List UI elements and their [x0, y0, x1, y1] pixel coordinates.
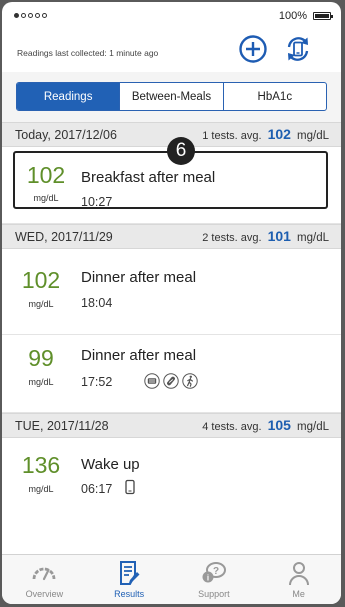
- gauge-icon: [32, 567, 56, 581]
- reading-entry[interactable]: 102 mg/dL Dinner after meal 18:04: [2, 249, 341, 335]
- entry-icons: [144, 373, 198, 389]
- sync-device-icon[interactable]: [283, 34, 313, 64]
- glucose-unit: mg/dL: [33, 193, 59, 203]
- day-header: WED, 2017/11/29 2 tests. avg. 101 mg/dL: [2, 224, 341, 249]
- day-date: WED, 2017/11/29: [15, 230, 113, 244]
- results-icon: [120, 561, 140, 585]
- day-date: Today, 2017/12/06: [15, 128, 117, 142]
- nav-results[interactable]: Results: [87, 555, 172, 604]
- reading-entry[interactable]: 99 mg/dL Dinner after meal 17:52: [2, 335, 341, 413]
- nav-label: Results: [114, 589, 145, 599]
- step-marker: 6: [167, 137, 195, 165]
- meal-icon: [144, 373, 160, 389]
- svg-text:?: ?: [213, 566, 219, 577]
- reading-time: 06:17: [81, 482, 113, 496]
- tab-label: HbA1c: [257, 90, 293, 103]
- nav-label: Overview: [25, 589, 64, 599]
- day-header: TUE, 2017/11/28 4 tests. avg. 105 mg/dL: [2, 413, 341, 438]
- nav-support[interactable]: ? i Support: [172, 555, 257, 604]
- signal-icon: [14, 13, 47, 18]
- meal-label: Dinner after meal: [81, 347, 197, 364]
- status-bar: 100%: [2, 2, 341, 28]
- tab-readings[interactable]: Readings: [17, 83, 120, 110]
- glucose-unit: mg/dL: [28, 484, 54, 494]
- test-count: 1 tests. avg.: [202, 130, 262, 142]
- glucose-value: 102: [26, 162, 66, 188]
- meal-label: Wake up: [81, 456, 140, 473]
- battery-icon: [313, 12, 333, 20]
- average-value: 101: [267, 228, 291, 244]
- meal-label: Dinner after meal: [81, 269, 197, 286]
- glucose-value: 136: [21, 452, 61, 478]
- tab-label: Between-Meals: [131, 90, 212, 103]
- battery-percentage: 100%: [278, 10, 307, 22]
- reading-entry[interactable]: 136 mg/dL Wake up 06:17: [2, 438, 341, 538]
- glucose-value: 102: [21, 267, 61, 293]
- person-icon: [288, 562, 309, 586]
- reading-time: 18:04: [81, 296, 113, 310]
- day-date: TUE, 2017/11/28: [15, 419, 109, 433]
- meal-label: Breakfast after meal: [81, 169, 216, 186]
- tab-label: Readings: [43, 90, 93, 103]
- tabs-bar: Readings Between-Meals HbA1c: [2, 72, 341, 122]
- phone-screen: 100% Readings last collected: 1 minute a…: [2, 2, 341, 604]
- support-icon: ? i: [202, 562, 226, 583]
- nav-me[interactable]: Me: [256, 555, 341, 604]
- day-summary: 4 tests. avg. 105 mg/dL: [202, 417, 329, 433]
- average-unit: mg/dL: [297, 232, 329, 244]
- average-value: 102: [267, 126, 291, 142]
- average-unit: mg/dL: [297, 130, 329, 142]
- glucose-unit: mg/dL: [28, 299, 54, 309]
- entry-icons: [122, 479, 138, 495]
- bottom-navigation: Overview Results ? i Support Me: [2, 554, 341, 604]
- nav-label: Me: [292, 589, 305, 599]
- reading-time: 17:52: [81, 375, 113, 389]
- reading-entry[interactable]: 6 102 mg/dL Breakfast after meal 10:27: [2, 137, 341, 224]
- test-count: 2 tests. avg.: [202, 232, 262, 244]
- add-reading-icon[interactable]: [238, 34, 268, 64]
- tab-hba1c[interactable]: HbA1c: [222, 83, 326, 110]
- medication-icon: [163, 373, 179, 389]
- phone-icon: [125, 479, 135, 495]
- day-summary: 1 tests. avg. 102 mg/dL: [202, 126, 329, 142]
- readings-list: Today, 2017/12/06 1 tests. avg. 102 mg/d…: [2, 122, 341, 538]
- header: Readings last collected: 1 minute ago: [2, 28, 341, 72]
- nav-label: Support: [198, 589, 230, 599]
- test-count: 4 tests. avg.: [202, 421, 262, 433]
- glucose-unit: mg/dL: [28, 377, 54, 387]
- results-tabs: Readings Between-Meals HbA1c: [16, 82, 327, 111]
- tab-between-meals[interactable]: Between-Meals: [119, 83, 222, 110]
- average-unit: mg/dL: [297, 421, 329, 433]
- glucose-value: 99: [28, 345, 54, 371]
- exercise-icon: [182, 373, 198, 389]
- svg-text:i: i: [207, 574, 209, 583]
- day-summary: 2 tests. avg. 101 mg/dL: [202, 228, 329, 244]
- last-collected-text: Readings last collected: 1 minute ago: [17, 48, 159, 58]
- nav-overview[interactable]: Overview: [2, 555, 87, 604]
- average-value: 105: [267, 417, 291, 433]
- reading-time: 10:27: [81, 195, 113, 209]
